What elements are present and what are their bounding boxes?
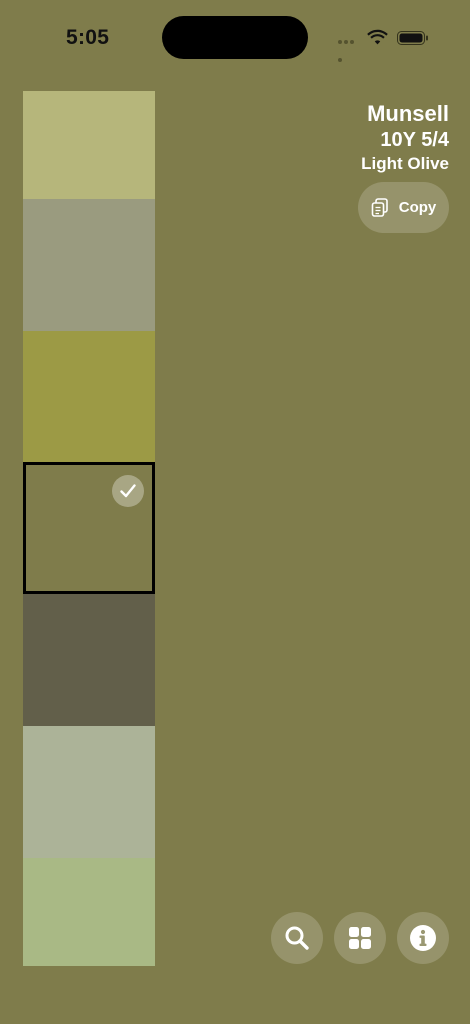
color-name: Light Olive (361, 154, 449, 173)
swatch-selected[interactable] (23, 462, 155, 594)
status-bar: 5:05 (0, 0, 470, 80)
dynamic-island (162, 16, 308, 59)
info-icon (410, 925, 436, 951)
color-code: 10Y 5/4 (380, 129, 449, 151)
swatch[interactable] (23, 199, 155, 331)
color-info-panel: Munsell 10Y 5/4 Light Olive (361, 100, 449, 176)
swatch[interactable] (23, 331, 155, 462)
grid-button[interactable] (334, 912, 386, 964)
cellular-signal-icon (338, 40, 360, 62)
status-time: 5:05 (66, 26, 110, 49)
copy-button[interactable]: Copy (358, 182, 449, 233)
swatch-column (23, 91, 155, 966)
wifi-icon (367, 29, 388, 45)
swatch[interactable] (23, 594, 155, 726)
copy-icon (371, 197, 388, 217)
swatch[interactable] (23, 91, 155, 199)
battery-icon (397, 31, 428, 45)
grid-icon (349, 927, 371, 949)
color-system-name: Munsell (367, 101, 449, 126)
copy-button-label: Copy (398, 199, 437, 216)
checkmark-icon (112, 475, 144, 507)
info-button[interactable] (397, 912, 449, 964)
search-button[interactable] (271, 912, 323, 964)
search-icon (285, 926, 309, 950)
swatch[interactable] (23, 726, 155, 858)
swatch[interactable] (23, 858, 155, 966)
